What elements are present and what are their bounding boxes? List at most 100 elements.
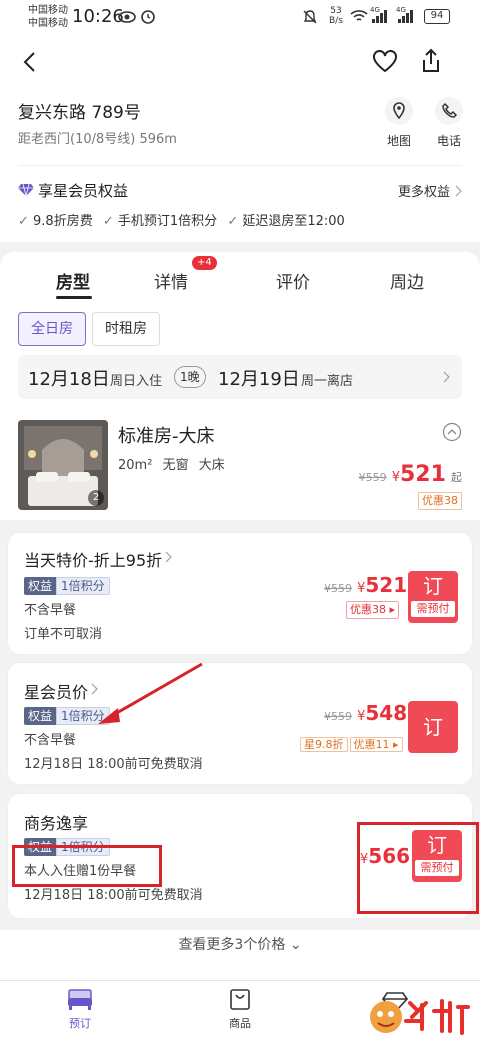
prepay-label: 需预付 xyxy=(411,601,455,617)
room-photo[interactable]: 2 xyxy=(18,420,108,510)
book-label: 订 xyxy=(423,715,443,739)
breakfast-info: 不含早餐 xyxy=(24,603,77,618)
tab-rooms[interactable]: 房型 xyxy=(56,268,90,293)
book-label: 订 xyxy=(423,574,443,598)
annotation-box-price xyxy=(357,822,479,914)
clock: 10:26 xyxy=(72,6,124,27)
member-discount-tag: 星9.8折 xyxy=(300,737,348,752)
perk-item: 延迟退房至12:00 xyxy=(242,214,345,229)
tab-reviews[interactable]: 评价 xyxy=(276,268,310,293)
alarm-icon xyxy=(141,10,155,24)
room-specs: 20m² 无窗 大床 xyxy=(118,454,225,473)
bed-icon xyxy=(68,989,92,1010)
cancel-policy: 12月18日 18:00前可免费取消 xyxy=(24,757,203,772)
nav-book-label: 预订 xyxy=(69,1017,91,1030)
check-icon: ✓ xyxy=(102,214,118,229)
member-benefits-row[interactable]: 享星会员权益 更多权益 xyxy=(18,180,462,204)
room-type-hourly[interactable]: 时租房 xyxy=(92,312,160,346)
back-icon[interactable] xyxy=(20,50,40,74)
hotel-address: 复兴东路 789号 xyxy=(18,103,141,123)
tab-nearby[interactable]: 周边 xyxy=(390,268,424,293)
room-price: ¥559 ¥521 起 xyxy=(359,462,462,487)
wifi-icon xyxy=(350,10,368,21)
details-badge: +4 xyxy=(192,256,217,270)
tab-indicator xyxy=(56,296,92,299)
nav-book[interactable]: 预订 xyxy=(56,987,104,1031)
eye-icon xyxy=(118,11,136,23)
signal-icon-1 xyxy=(372,10,387,23)
nav-goods[interactable]: 商品 xyxy=(216,987,264,1031)
map-pin-icon xyxy=(385,97,413,125)
nav-goods-label: 商品 xyxy=(229,1017,251,1030)
annotation-box-breakfast xyxy=(12,845,162,887)
net-speed: 53 B/s xyxy=(329,6,343,26)
metro-distance: 距老西门(10/8号线) 596m xyxy=(18,132,177,147)
rate-price: ¥559 ¥548 xyxy=(324,701,407,725)
chevron-down-icon: ⌄ xyxy=(289,937,302,953)
discount-tag[interactable]: 优惠38 ▸ xyxy=(346,601,400,619)
rate-plan-card[interactable]: 当天特价-折上95折 权益 1倍积分 不含早餐 订单不可取消 ¥559 ¥521 … xyxy=(8,533,472,654)
annotation-arrow xyxy=(98,662,203,724)
diamond-icon xyxy=(18,183,34,197)
map-button[interactable]: 地图 xyxy=(383,96,415,149)
bottom-nav: 预订 商品 xyxy=(0,980,480,1040)
tab-details[interactable]: 详情 xyxy=(154,268,188,293)
benefit-badge: 权益 1倍积分 xyxy=(24,575,110,595)
checkout-date: 12月19日 xyxy=(218,369,300,390)
currency-symbol: ¥ xyxy=(391,470,400,485)
hotel-header: 复兴东路 789号 距老西门(10/8号线) 596m 地图 电话 享星会员权益… xyxy=(0,36,480,242)
phone-button[interactable]: 电话 xyxy=(433,96,465,149)
heart-icon[interactable] xyxy=(372,50,398,74)
book-button[interactable]: 订 xyxy=(408,701,458,753)
carrier-1: 中国移动 xyxy=(28,5,68,16)
bag-icon xyxy=(230,989,250,1010)
perk-item: 手机预订1倍积分 xyxy=(117,214,218,229)
member-perks: ✓ 9.8折房费 ✓ 手机预订1倍积分 ✓ 延迟退房至12:00 xyxy=(18,210,345,229)
rate-name: 星会员价 xyxy=(24,683,89,702)
price-from: 起 xyxy=(451,471,462,484)
discount-tag: 优惠38 xyxy=(418,492,462,510)
benefit-badge-left: 权益 xyxy=(24,707,57,725)
chevron-right-icon xyxy=(455,185,462,197)
more-prices-label: 查看更多3个价格 xyxy=(178,937,286,953)
room-name: 标准房-大床 xyxy=(118,426,215,447)
more-benefits-link[interactable]: 更多权益 xyxy=(398,181,450,200)
phone-label: 电话 xyxy=(436,134,461,148)
check-icon: ✓ xyxy=(18,214,34,229)
collapse-icon[interactable] xyxy=(442,422,462,442)
room-bed: 大床 xyxy=(198,458,225,473)
price-value: 548 xyxy=(365,701,408,725)
checkout-label: 周一离店 xyxy=(301,374,354,389)
rate-plan-card[interactable]: 星会员价 权益 1倍积分 不含早餐 12月18日 18:00前可免费取消 ¥559… xyxy=(8,663,472,784)
chevron-right-icon xyxy=(165,551,172,563)
chevron-right-icon xyxy=(443,371,450,383)
room-type-full-day[interactable]: 全日房 xyxy=(18,312,86,346)
checkin-label: 周日入住 xyxy=(110,374,163,389)
status-bar: 中国移动 中国移动 10:26 53 B/s 4G 4G 94 xyxy=(0,0,480,36)
map-label: 地图 xyxy=(386,134,411,148)
photo-count: 2 xyxy=(88,490,104,506)
price-value: 521 xyxy=(399,462,446,487)
rate-name: 商务逸享 xyxy=(24,814,89,833)
room-window: 无窗 xyxy=(162,458,189,473)
original-price: ¥559 xyxy=(324,582,352,595)
benefit-badge-right: 1倍积分 xyxy=(56,577,110,595)
discount-tags[interactable]: 星9.8折 优惠11 ▸ xyxy=(300,733,403,753)
member-title: 享星会员权益 xyxy=(38,182,129,200)
book-button[interactable]: 订 需预付 xyxy=(408,571,458,623)
battery-indicator: 94 xyxy=(424,9,450,24)
date-selector[interactable]: 12月18日 周日入住 1晚 12月19日 周一离店 xyxy=(18,355,462,399)
cancel-policy: 订单不可取消 xyxy=(24,627,103,642)
original-price: ¥559 xyxy=(324,710,352,723)
rate-price: ¥559 ¥521 xyxy=(324,573,407,597)
mute-icon xyxy=(303,10,317,24)
room-area: 20m² xyxy=(118,458,153,473)
share-icon[interactable] xyxy=(420,48,442,74)
breakfast-info: 不含早餐 xyxy=(24,733,77,748)
watermark-logo xyxy=(370,999,470,1035)
discount-tag: 优惠11 ▸ xyxy=(349,737,403,752)
more-prices-link[interactable]: 查看更多3个价格 ⌄ xyxy=(0,934,480,954)
carrier-2: 中国移动 xyxy=(28,18,68,29)
checkin-date: 12月18日 xyxy=(28,369,110,390)
rate-name: 当天特价-折上95折 xyxy=(24,551,163,570)
